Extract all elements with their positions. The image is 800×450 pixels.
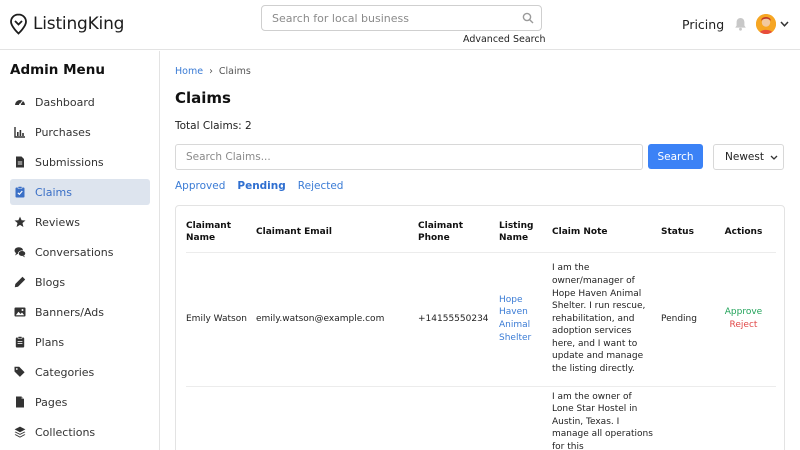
sidebar-item-plans[interactable]: Plans xyxy=(10,329,150,355)
clipboard-check-icon xyxy=(14,186,26,198)
breadcrumb: Home › Claims xyxy=(175,66,251,77)
claimant-name-cell: Emily Watson xyxy=(186,251,256,386)
breadcrumb-home[interactable]: Home xyxy=(175,66,203,77)
chevron-down-icon xyxy=(770,155,778,160)
search-button[interactable]: Search xyxy=(648,144,703,169)
claimant-name-cell xyxy=(186,385,256,450)
sidebar-item-banners-ads[interactable]: Banners/Ads xyxy=(10,299,150,325)
sort-select-value: Newest xyxy=(725,151,764,163)
claims-table: Claimant Name Claimant Email Claimant Ph… xyxy=(186,212,776,450)
page-icon xyxy=(14,396,26,408)
page-title: Claims xyxy=(175,89,231,107)
breadcrumb-separator: › xyxy=(209,66,213,77)
claimant-email-cell xyxy=(256,385,418,450)
global-search-input[interactable] xyxy=(262,7,512,29)
claims-table-card: Claimant Name Claimant Email Claimant Ph… xyxy=(175,205,785,450)
app-name: ListingKing xyxy=(33,14,125,34)
sidebar-item-purchases[interactable]: Purchases xyxy=(10,119,150,145)
claim-note-cell: I am the owner of Lone Star Hostel in Au… xyxy=(552,385,661,450)
advanced-search-link[interactable]: Advanced Search xyxy=(463,34,546,45)
sidebar-item-pages[interactable]: Pages xyxy=(10,389,150,415)
claim-status-tabs: Approved Pending Rejected xyxy=(175,180,355,192)
sidebar-item-label: Plans xyxy=(35,335,65,349)
sidebar-item-label: Purchases xyxy=(35,125,91,139)
listing-link[interactable]: Hope Haven Animal Shelter xyxy=(499,295,531,343)
sidebar-item-claims[interactable]: Claims xyxy=(10,179,150,205)
sidebar-item-label: Pages xyxy=(35,395,68,409)
tags-icon xyxy=(14,366,26,378)
sidebar-item-label: Categories xyxy=(35,365,95,379)
claims-search xyxy=(175,144,643,170)
clipboard-icon xyxy=(14,336,26,348)
chart-icon xyxy=(14,126,26,138)
sidebar-item-label: Submissions xyxy=(35,155,104,169)
tab-approved[interactable]: Approved xyxy=(175,180,225,192)
column-header-claimant-email: Claimant Email xyxy=(256,226,332,237)
reject-button[interactable]: Reject xyxy=(717,319,770,332)
dashboard-icon xyxy=(14,96,26,108)
admin-sidebar: Admin Menu Dashboard Purchases Submissio… xyxy=(0,51,160,450)
approve-button[interactable]: Approve xyxy=(717,306,770,319)
avatar[interactable] xyxy=(756,14,776,34)
total-claims: Total Claims: 2 xyxy=(175,120,252,132)
column-header-listing-name: Listing Name xyxy=(499,220,534,243)
bell-icon[interactable] xyxy=(734,17,747,31)
claimant-email-cell: emily.watson@example.com xyxy=(256,251,418,386)
image-icon xyxy=(14,306,26,318)
actions-cell xyxy=(717,385,776,450)
claims-search-input[interactable] xyxy=(176,145,642,169)
table-header-row: Claimant Name Claimant Email Claimant Ph… xyxy=(186,212,776,252)
user-avatar-icon xyxy=(756,14,776,34)
column-header-claimant-name: Claimant Name xyxy=(186,220,232,243)
pencil-icon xyxy=(14,276,26,288)
sidebar-item-collections[interactable]: Collections xyxy=(10,419,150,445)
tab-pending[interactable]: Pending xyxy=(237,180,285,192)
status-cell xyxy=(661,385,717,450)
sidebar-item-blogs[interactable]: Blogs xyxy=(10,269,150,295)
star-icon xyxy=(14,216,26,228)
claim-note-cell: I am the owner/manager of Hope Haven Ani… xyxy=(552,251,661,386)
sidebar-title: Admin Menu xyxy=(10,62,105,78)
column-header-actions: Actions xyxy=(724,226,763,237)
tab-rejected[interactable]: Rejected xyxy=(298,180,344,192)
global-search xyxy=(261,5,542,31)
claimant-phone-cell xyxy=(418,385,499,450)
search-icon[interactable] xyxy=(522,12,534,24)
pricing-link[interactable]: Pricing xyxy=(682,17,724,32)
sidebar-item-conversations[interactable]: Conversations xyxy=(10,239,150,265)
chevron-down-icon[interactable] xyxy=(780,20,789,28)
sidebar-item-label: Reviews xyxy=(35,215,80,229)
chat-icon xyxy=(14,246,26,258)
table-row: Emily Watson emily.watson@example.com +1… xyxy=(186,251,776,386)
column-header-claimant-phone: Claimant Phone xyxy=(418,220,464,243)
actions-cell: Approve Reject xyxy=(717,251,776,386)
sidebar-nav: Dashboard Purchases Submissions Claims R… xyxy=(10,89,150,449)
sidebar-item-label: Dashboard xyxy=(35,95,95,109)
map-pin-logo-icon xyxy=(10,13,27,35)
table-row: I am the owner of Lone Star Hostel in Au… xyxy=(186,385,776,450)
sidebar-item-label: Collections xyxy=(35,425,96,439)
sidebar-item-label: Conversations xyxy=(35,245,114,259)
sort-select[interactable]: Newest xyxy=(713,144,784,170)
top-header: ListingKing Advanced Search Pricing xyxy=(0,0,800,50)
layers-icon xyxy=(14,426,26,438)
column-header-claim-note: Claim Note xyxy=(552,226,608,237)
claimant-phone-cell: +14155550234 xyxy=(418,251,499,386)
sidebar-item-label: Claims xyxy=(35,185,72,199)
sidebar-item-categories[interactable]: Categories xyxy=(10,359,150,385)
column-header-status: Status xyxy=(661,226,694,237)
status-cell: Pending xyxy=(661,251,717,386)
document-icon xyxy=(14,156,26,168)
sidebar-item-label: Banners/Ads xyxy=(35,305,105,319)
sidebar-item-label: Blogs xyxy=(35,275,66,289)
sidebar-item-submissions[interactable]: Submissions xyxy=(10,149,150,175)
sidebar-item-dashboard[interactable]: Dashboard xyxy=(10,89,150,115)
listing-name-cell: Hope Haven Animal Shelter xyxy=(499,251,552,386)
sidebar-item-reviews[interactable]: Reviews xyxy=(10,209,150,235)
listing-name-cell xyxy=(499,385,552,450)
breadcrumb-current: Claims xyxy=(218,66,251,77)
logo[interactable]: ListingKing xyxy=(9,13,124,35)
